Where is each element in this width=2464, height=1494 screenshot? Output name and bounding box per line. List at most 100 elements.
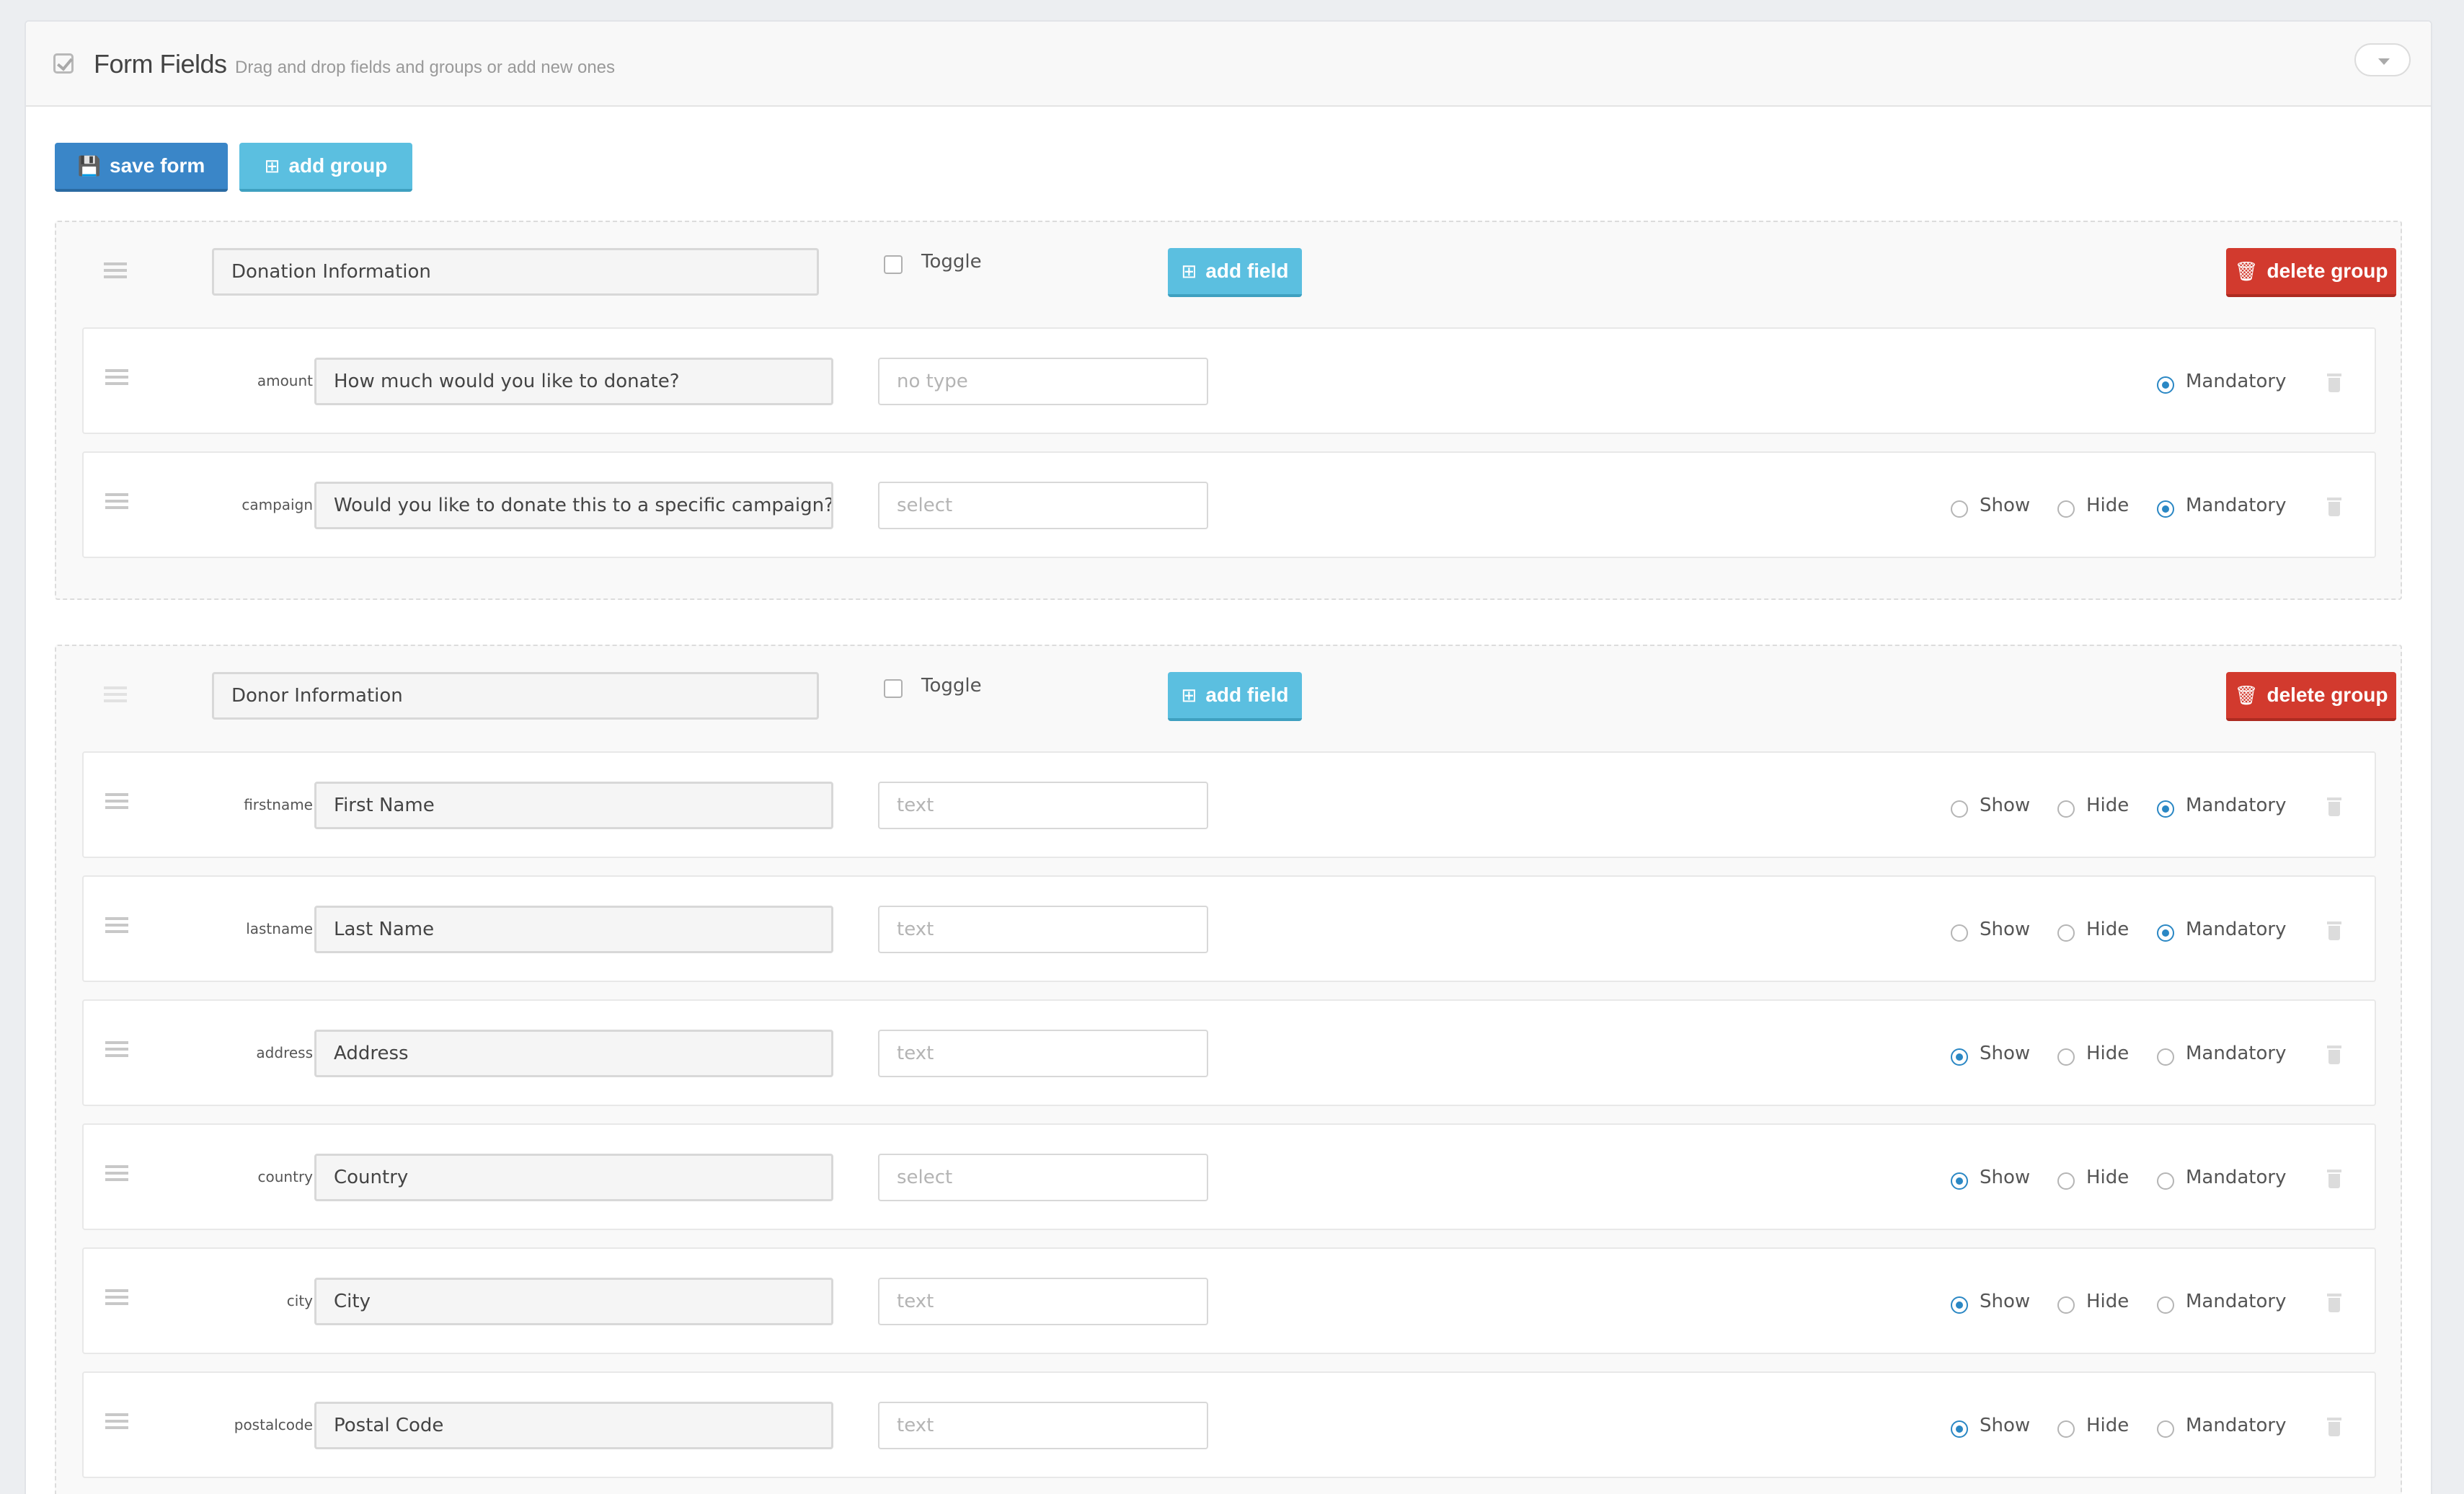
field-row: amount How much would you like to donate?… [82,327,2376,434]
checkbox-icon [53,53,74,74]
field-row: country Country select Show Hide Mandatory [82,1123,2376,1230]
field-drag-handle-icon[interactable] [105,1413,128,1429]
mandatory-radio[interactable] [2157,376,2174,394]
mandatory-radio-label: Mandatory [2186,1291,2287,1312]
field-type-select[interactable]: select [878,1154,1208,1201]
mandatory-radio[interactable] [2157,924,2174,942]
show-radio-label: Show [1980,1291,2031,1312]
show-radio-label: Show [1980,919,2031,940]
panel-header: Form Fields Drag and drop fields and gro… [26,22,2431,107]
hide-radio-label: Hide [2086,1167,2130,1188]
mandatory-radio[interactable] [2157,500,2174,518]
field-key-label: city [286,1292,313,1309]
field-row: lastname Last Name text Show Hide Mandatory [82,875,2376,982]
save-form-button[interactable]: 💾 save form [55,143,228,192]
field-drag-handle-icon[interactable] [105,493,128,509]
field-key-label: campaign [241,496,313,513]
delete-group-button[interactable]: 🗑 delete group [2226,672,2396,721]
delete-field-trash-icon[interactable] [2327,374,2341,392]
collapse-toggle-button[interactable] [2354,43,2411,76]
field-drag-handle-icon[interactable] [105,793,128,809]
delete-field-trash-icon[interactable] [2327,1046,2341,1064]
field-label-input[interactable]: Would you like to donate this to a speci… [314,482,833,529]
field-drag-handle-icon[interactable] [105,917,128,933]
field-type-select[interactable]: text [878,1278,1208,1325]
field-type-select[interactable]: select [878,482,1208,529]
field-key-label: country [257,1168,313,1185]
plus-square-icon: ⊞ [1181,684,1197,706]
field-label-input[interactable]: How much would you like to donate? [314,358,833,405]
field-label-input[interactable]: Country [314,1154,833,1201]
field-type-select[interactable]: no type [878,358,1208,405]
field-row: postalcode Postal Code text Show Hide Mandato… [82,1371,2376,1478]
hide-radio[interactable] [2057,800,2075,818]
group-name-input[interactable]: Donation Information [212,248,819,296]
show-radio[interactable] [1951,1296,1968,1314]
group-toggle-checkbox[interactable] [884,679,903,698]
hide-radio[interactable] [2057,1048,2075,1066]
add-field-button[interactable]: ⊞ add field [1168,248,1302,297]
delete-field-trash-icon[interactable] [2327,1418,2341,1436]
hide-radio[interactable] [2057,1296,2075,1314]
group-name-input[interactable]: Donor Information [212,672,819,720]
delete-group-label: delete group [2266,684,2388,706]
mandatory-radio[interactable] [2157,1048,2174,1066]
field-key-label: postalcode [234,1416,313,1433]
mandatory-radio-label: Mandatory [2186,795,2287,816]
group-toggle-checkbox[interactable] [884,255,903,274]
show-radio[interactable] [1951,1420,1968,1438]
page-title: Form Fields [94,49,227,79]
hide-radio[interactable] [2057,1420,2075,1438]
mandatory-radio[interactable] [2157,1296,2174,1314]
mandatory-radio-label: Mandatory [2186,1415,2287,1436]
add-field-label: add field [1205,260,1289,282]
delete-field-trash-icon[interactable] [2327,1170,2341,1188]
field-drag-handle-icon[interactable] [105,369,128,385]
mandatory-radio-label: Mandatory [2186,1167,2287,1188]
field-drag-handle-icon[interactable] [105,1041,128,1057]
add-field-button[interactable]: ⊞ add field [1168,672,1302,721]
show-radio-label: Show [1980,1043,2031,1064]
show-radio[interactable] [1951,800,1968,818]
field-drag-handle-icon[interactable] [105,1289,128,1305]
delete-field-trash-icon[interactable] [2327,498,2341,516]
show-radio[interactable] [1951,1048,1968,1066]
delete-group-label: delete group [2266,260,2388,282]
field-label-input[interactable]: City [314,1278,833,1325]
mandatory-radio[interactable] [2157,1172,2174,1190]
field-row: campaign Would you like to donate this to… [82,451,2376,558]
hide-radio[interactable] [2057,1172,2075,1190]
group-drag-handle-icon[interactable] [104,686,127,702]
hide-radio-label: Hide [2086,1291,2130,1312]
field-label-input[interactable]: Last Name [314,906,833,953]
save-icon: 💾 [77,154,102,177]
field-label-input[interactable]: Postal Code [314,1402,833,1449]
mandatory-radio[interactable] [2157,1420,2174,1438]
field-row: firstname First Name text Show Hide Mandatory [82,751,2376,858]
delete-field-trash-icon[interactable] [2327,797,2341,816]
field-type-select[interactable]: text [878,1402,1208,1449]
field-type-select[interactable]: text [878,782,1208,829]
field-drag-handle-icon[interactable] [105,1165,128,1181]
delete-field-trash-icon[interactable] [2327,1294,2341,1312]
show-radio[interactable] [1951,924,1968,942]
field-type-select[interactable]: text [878,1030,1208,1077]
field-row: city City text Show Hide Mandatory [82,1247,2376,1354]
field-label-input[interactable]: Address [314,1030,833,1077]
show-radio-label: Show [1980,795,2031,816]
show-radio-label: Show [1980,1167,2031,1188]
field-type-select[interactable]: text [878,906,1208,953]
hide-radio[interactable] [2057,924,2075,942]
hide-radio[interactable] [2057,500,2075,518]
plus-square-icon: ⊞ [1181,260,1197,282]
show-radio[interactable] [1951,500,1968,518]
field-label-input[interactable]: First Name [314,782,833,829]
mandatory-radio[interactable] [2157,800,2174,818]
delete-field-trash-icon[interactable] [2327,921,2341,940]
field-key-label: address [256,1044,313,1061]
delete-group-button[interactable]: 🗑 delete group [2226,248,2396,297]
add-group-button[interactable]: ⊞ add group [239,143,412,192]
field-key-label: lastname [246,920,313,937]
group-drag-handle-icon[interactable] [104,262,127,278]
show-radio[interactable] [1951,1172,1968,1190]
